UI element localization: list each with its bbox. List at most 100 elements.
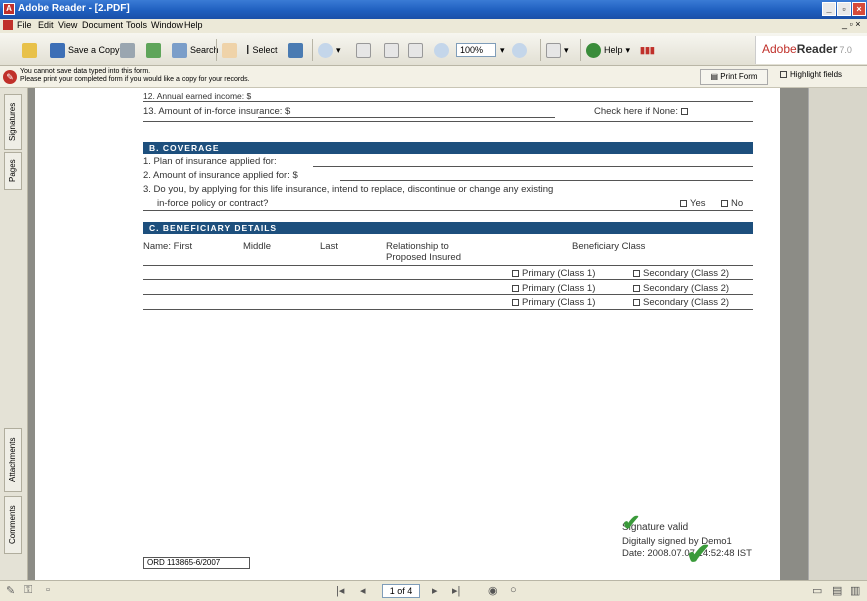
floppy-disk-icon (50, 42, 65, 58)
single-page-view-icon[interactable]: ▭ (812, 584, 822, 597)
signature-status-icon[interactable]: ⚿ (24, 584, 32, 597)
hand-tool-button[interactable] (222, 40, 237, 60)
check-none-label: Check here if None: (594, 106, 691, 117)
actual-size-button[interactable] (356, 40, 371, 60)
secondary-checkbox[interactable] (633, 299, 640, 306)
tab-signatures[interactable]: Signatures (4, 94, 22, 150)
chevron-down-icon: ▾ (564, 44, 569, 55)
minimize-button[interactable]: _ (822, 2, 836, 16)
zoom-in-button[interactable] (512, 40, 527, 60)
yes-option[interactable]: Yes (680, 198, 706, 209)
text-cursor-icon: Ⅰ (246, 43, 250, 57)
hand-tool-status-icon[interactable]: ✎ (6, 584, 15, 597)
section-b-header: B. COVERAGE (143, 142, 753, 154)
toolbar-separator (216, 39, 217, 61)
notice-line-1: You cannot save data typed into this for… (20, 68, 151, 75)
zoom-dropdown[interactable]: ▾ (500, 40, 505, 60)
secondary-option[interactable]: Secondary (Class 2) (633, 283, 729, 294)
replace-question-line-2: in-force policy or contract? (157, 198, 269, 209)
row-rule (143, 279, 753, 280)
zoom-in-tool-button[interactable]: ▾ (318, 40, 341, 60)
adobe-online-icon: ▮▮▮ (640, 44, 655, 55)
next-page-button[interactable]: ▸ (432, 584, 438, 597)
check-none-checkbox[interactable] (680, 108, 688, 115)
previous-page-button[interactable]: ◂ (360, 584, 366, 597)
primary-option[interactable]: Primary (Class 1) (512, 283, 595, 294)
page-indicator[interactable]: 1 of 4 (382, 584, 420, 598)
save-copy-button[interactable]: Save a Copy (50, 40, 120, 60)
col-relationship-1: Relationship to (386, 241, 449, 252)
previous-view-button[interactable]: ◉ (488, 584, 498, 597)
lock-status-icon[interactable]: ▫ (46, 584, 50, 596)
zoom-level-field[interactable]: 100% (456, 43, 496, 57)
tab-comments[interactable]: Comments (4, 496, 22, 554)
no-checkbox[interactable] (721, 200, 728, 207)
menu-window[interactable]: Window (151, 20, 183, 30)
primary-option[interactable]: Primary (Class 1) (512, 268, 595, 279)
snapshot-tool-button[interactable] (288, 40, 303, 60)
amount-applied-field[interactable] (340, 180, 753, 181)
yes-checkbox[interactable] (680, 200, 687, 207)
zoom-out-button[interactable] (434, 40, 449, 60)
doc-window-controls[interactable]: _ ▫ × (842, 19, 860, 29)
secondary-option[interactable]: Secondary (Class 2) (633, 268, 729, 279)
row-rule (143, 309, 753, 310)
secondary-checkbox[interactable] (633, 270, 640, 277)
toolbar: Save a Copy Search Ⅰ Select ▾ 100% ▾ ▾ He… (0, 33, 867, 66)
no-option[interactable]: No (721, 198, 743, 209)
signature-valid-check-icon: ✔ (622, 510, 641, 535)
menu-document[interactable]: Document (82, 20, 123, 30)
print-form-button[interactable]: ▤ Print Form (700, 69, 768, 85)
help-button[interactable]: Help ▾ (586, 40, 630, 60)
section-c-header: C. BENEFICIARY DETAILS (143, 222, 753, 234)
rotate-button[interactable]: ▾ (546, 40, 569, 60)
fit-page-icon (384, 42, 399, 58)
continuous-view-icon[interactable]: ▤ (832, 584, 842, 597)
line-13-field[interactable] (258, 117, 555, 118)
secondary-checkbox[interactable] (633, 285, 640, 292)
printer-icon (120, 42, 135, 58)
fit-width-button[interactable] (408, 40, 423, 60)
next-view-button[interactable]: ○ (510, 584, 517, 596)
secondary-option[interactable]: Secondary (Class 2) (633, 297, 729, 308)
tab-attachments[interactable]: Attachments (4, 428, 22, 492)
top-rule (143, 101, 753, 102)
primary-checkbox[interactable] (512, 270, 519, 277)
yes-label: Yes (690, 198, 706, 209)
print-form-label: Print Form (720, 72, 758, 81)
zoom-out-icon (434, 42, 449, 58)
primary-option[interactable]: Primary (Class 1) (512, 297, 595, 308)
chevron-down-icon: ▾ (625, 44, 631, 55)
section-rule (143, 210, 753, 211)
maximize-button[interactable]: ▫ (837, 2, 851, 16)
primary-checkbox[interactable] (512, 299, 519, 306)
facing-view-icon[interactable]: ▥ (850, 584, 860, 597)
close-button[interactable]: × (852, 2, 866, 16)
fit-page-button[interactable] (384, 40, 399, 60)
camera-icon (288, 42, 303, 58)
last-page-button[interactable]: ▸| (452, 584, 460, 597)
open-button[interactable] (22, 40, 37, 60)
menu-tools[interactable]: Tools (126, 20, 147, 30)
line-13-label: 13. Amount of in-force insurance: $ (143, 106, 291, 117)
secondary-label: Secondary (Class 2) (643, 283, 730, 294)
amount-applied-label: 2. Amount of insurance applied for: $ (143, 170, 298, 181)
menu-help[interactable]: Help (184, 20, 203, 30)
menu-view[interactable]: View (58, 20, 77, 30)
first-page-button[interactable]: |◂ (336, 584, 344, 597)
plan-of-insurance-field[interactable] (313, 166, 753, 167)
save-copy-label: Save a Copy (68, 45, 120, 55)
search-button[interactable]: Search (172, 40, 219, 60)
menu-file[interactable]: File (17, 20, 32, 30)
secondary-label: Secondary (Class 2) (643, 268, 730, 279)
email-button[interactable] (146, 40, 161, 60)
primary-checkbox[interactable] (512, 285, 519, 292)
menu-edit[interactable]: Edit (38, 20, 54, 30)
tab-pages[interactable]: Pages (4, 152, 22, 190)
select-tool-button[interactable]: Ⅰ Select (246, 40, 278, 60)
adobe-online-button[interactable]: ▮▮▮ (640, 40, 655, 60)
brand-reader: Reader (796, 42, 838, 56)
rotate-icon (546, 42, 561, 58)
print-button[interactable] (120, 40, 135, 60)
highlight-fields-checkbox[interactable]: Highlight fields (780, 71, 842, 79)
